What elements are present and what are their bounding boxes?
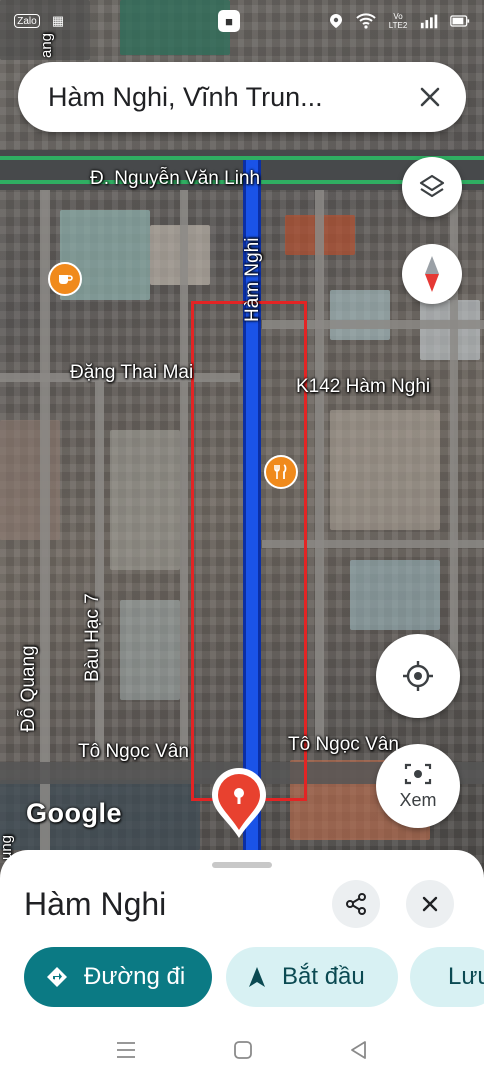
directions-icon: [47, 967, 67, 987]
highlight-box: [191, 301, 307, 801]
road-label-do-quang: Đỗ Quang: [18, 645, 39, 732]
compass-icon: [425, 256, 439, 292]
road-label-bau-hac: Bàu Hạc 7: [82, 593, 103, 682]
camera-scan-icon: [404, 763, 432, 784]
road-label-to-ngoc-van-right: Tô Ngọc Vân: [288, 734, 399, 755]
directions-button[interactable]: Đường đi: [24, 947, 212, 1007]
wifi-icon: [356, 13, 376, 29]
fork-knife-icon: [274, 464, 287, 479]
coffee-cup-icon: [59, 275, 73, 284]
road-label-k142: K142 Hàm Nghi: [296, 376, 431, 397]
battery-icon: [450, 13, 470, 29]
directions-label: Đường đi: [84, 963, 186, 990]
search-input[interactable]: Hàm Nghi, Vĩnh Trun...: [48, 82, 412, 113]
google-logo: Google: [26, 798, 122, 828]
road-label-dang-thai-mai: Đặng Thai Mai: [70, 362, 194, 383]
close-icon: [420, 87, 440, 107]
road-label-ham-nghi: Hàm Nghi: [242, 237, 263, 322]
recents-icon[interactable]: [115, 1040, 137, 1060]
layers-button[interactable]: [402, 157, 462, 217]
clear-search-button[interactable]: [412, 79, 448, 115]
start-button[interactable]: Bắt đầu: [226, 947, 398, 1007]
bus-icon: ■: [218, 10, 240, 32]
start-label: Bắt đầu: [282, 963, 365, 990]
drag-handle[interactable]: [212, 862, 272, 868]
back-icon[interactable]: [349, 1040, 369, 1060]
my-location-icon: [403, 661, 433, 691]
place-title: Hàm Nghi: [24, 886, 167, 922]
volte-icon: Vo LTE2: [388, 12, 408, 30]
grid-icon: ▦: [51, 13, 65, 28]
signal-icon: [420, 13, 440, 29]
status-bar: Zalo ▦ ■ Vo LTE2: [0, 0, 484, 42]
zalo-icon: Zalo: [14, 14, 40, 28]
road-label-to-ngoc-van-left: Tô Ngọc Vân: [78, 741, 189, 762]
share-icon: [346, 893, 366, 915]
my-location-button[interactable]: [376, 634, 460, 718]
layers-icon: [419, 174, 445, 198]
view-button[interactable]: Xem: [376, 744, 460, 828]
close-sheet-button[interactable]: [406, 880, 454, 928]
search-bar[interactable]: Hàm Nghi, Vĩnh Trun...: [18, 62, 466, 132]
save-label: Lưu: [448, 963, 484, 990]
cafe-poi[interactable]: [48, 262, 82, 296]
location-pin-icon[interactable]: [210, 766, 268, 840]
system-nav-bar: [0, 1020, 484, 1080]
road-label-nguyen-van-linh: Đ. Nguyễn Văn Linh: [90, 168, 261, 189]
home-icon[interactable]: [233, 1040, 253, 1060]
restaurant-poi[interactable]: [264, 455, 298, 489]
navigation-arrow-icon: [249, 967, 265, 987]
share-button[interactable]: [332, 880, 380, 928]
place-sheet: Hàm Nghi Đường đi Bắt đầu Lưu: [0, 850, 484, 1080]
view-label: Xem: [399, 789, 437, 810]
location-icon: [326, 13, 346, 29]
save-button[interactable]: Lưu: [410, 947, 484, 1007]
compass-button[interactable]: [402, 244, 462, 304]
close-icon: [422, 896, 438, 912]
